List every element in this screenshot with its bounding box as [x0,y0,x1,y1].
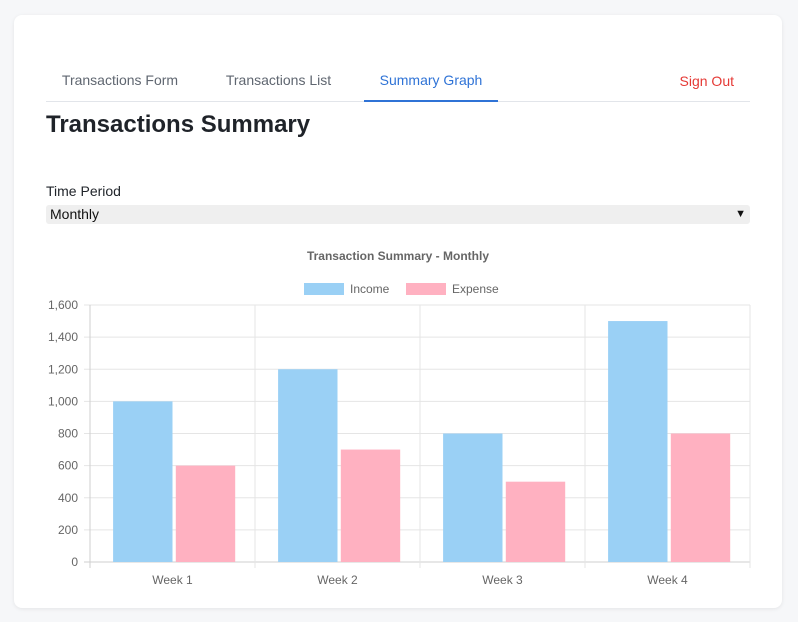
bar-expense [175,465,236,562]
time-period-value: Monthly [50,206,100,222]
y-tick-label: 800 [58,427,78,441]
y-tick-label: 1,000 [48,394,78,408]
legend-label-income: Income [350,282,390,296]
tab-transactions-form[interactable]: Transactions Form [46,59,194,100]
time-period-label: Time Period [46,183,121,199]
y-tick-label: 1,400 [48,330,78,344]
bar-expense [340,449,401,562]
sign-out-button[interactable]: Sign Out [680,59,734,103]
bar-income [443,433,503,562]
chevron-down-icon: ▼ [735,208,746,220]
y-tick-label: 0 [71,555,78,569]
legend-swatch-income [304,283,344,295]
bar-income [113,401,173,562]
x-tick-label: Week 4 [647,573,688,587]
summary-card: Transactions Form Transactions List Summ… [14,15,782,608]
y-tick-label: 400 [58,491,78,505]
bar-expense [670,433,731,562]
y-tick-label: 200 [58,523,78,537]
summary-bar-chart: Transaction Summary - Monthly Income Expen… [48,249,751,587]
tab-summary-graph[interactable]: Summary Graph [364,59,498,102]
x-tick-label: Week 2 [317,573,358,587]
y-tick-label: 1,200 [48,362,78,376]
chart-title: Transaction Summary - Monthly [307,249,489,263]
y-tick-label: 600 [58,459,78,473]
tab-bar: Transactions Form Transactions List Summ… [46,59,750,102]
legend-swatch-expense [406,283,446,295]
y-tick-label: 1,600 [48,298,78,312]
time-period-select[interactable]: Monthly ▼ [46,205,750,224]
bar-income [608,321,668,562]
bar-expense [505,481,566,562]
tab-transactions-list[interactable]: Transactions List [211,59,346,100]
x-tick-label: Week 3 [482,573,523,587]
legend-label-expense: Expense [452,282,499,296]
bar-income [278,369,338,562]
page-title: Transactions Summary [46,111,311,138]
x-tick-label: Week 1 [152,573,193,587]
